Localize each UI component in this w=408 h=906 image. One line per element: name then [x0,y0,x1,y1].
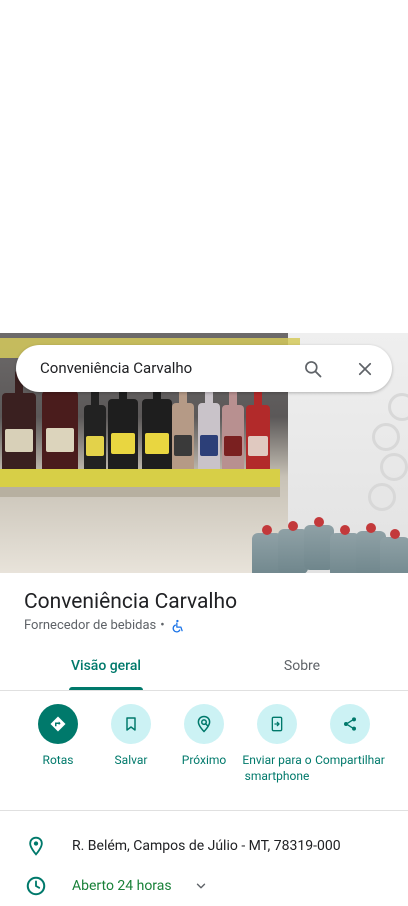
tab-overview-label: Visão geral [70,658,142,674]
tab-active-indicator [69,687,143,690]
send-to-phone-button[interactable]: Enviar para o smartphone [237,704,317,784]
hours-row[interactable]: Aberto 24 horas [0,868,408,904]
map-area [0,0,408,333]
share-icon [330,704,370,744]
clock-icon [24,874,48,898]
directions-label: Rotas [42,753,74,767]
tab-about-label: Sobre [283,658,321,674]
location-pin-icon [24,834,48,858]
send-to-phone-label: Enviar para o smartphone [242,753,312,783]
close-icon[interactable] [352,356,378,382]
photo-shelf [0,469,280,487]
nearby-icon [184,704,224,744]
action-buttons: Rotas Salvar Próximo Enviar para o smart… [0,704,408,810]
directions-button[interactable]: Rotas [18,704,98,768]
nearby-label: Próximo [181,753,227,767]
photo-glass-rack [368,483,396,511]
bookmark-icon [111,704,151,744]
tab-about[interactable]: Sobre [244,648,360,690]
chevron-down-icon[interactable] [194,874,210,898]
tab-bar: Visão geral Sobre [0,648,408,691]
photo-shelf-shadow [0,487,280,497]
tab-overview[interactable]: Visão geral [48,648,164,690]
photo-glass-rack [388,393,408,421]
photo-glass-rack [380,453,408,481]
save-label: Salvar [114,753,148,767]
place-subtitle: Fornecedor de bebidas • [24,618,185,633]
search-bar[interactable]: Conveniência Carvalho [16,345,392,392]
search-input[interactable]: Conveniência Carvalho [40,345,192,392]
address-text: R. Belém, Campos de Júlio - MT, 78319-00… [72,838,341,854]
photo-soda-bottle [380,529,408,573]
wheelchair-icon [171,619,185,633]
directions-icon [38,704,78,744]
search-icon[interactable] [300,356,326,382]
save-button[interactable]: Salvar [91,704,171,768]
place-category: Fornecedor de bebidas [24,618,157,633]
nearby-button[interactable]: Próximo [164,704,244,768]
photo-glass-rack [372,423,400,451]
hours-text: Aberto 24 horas [72,878,172,894]
section-divider [0,810,408,811]
share-label: Compartilhar [315,753,385,767]
place-title: Conveniência Carvalho [24,590,238,614]
subtitle-separator: • [160,618,165,633]
share-button[interactable]: Compartilhar [310,704,390,768]
address-row[interactable]: R. Belém, Campos de Júlio - MT, 78319-00… [0,828,408,864]
send-to-phone-icon [257,704,297,744]
